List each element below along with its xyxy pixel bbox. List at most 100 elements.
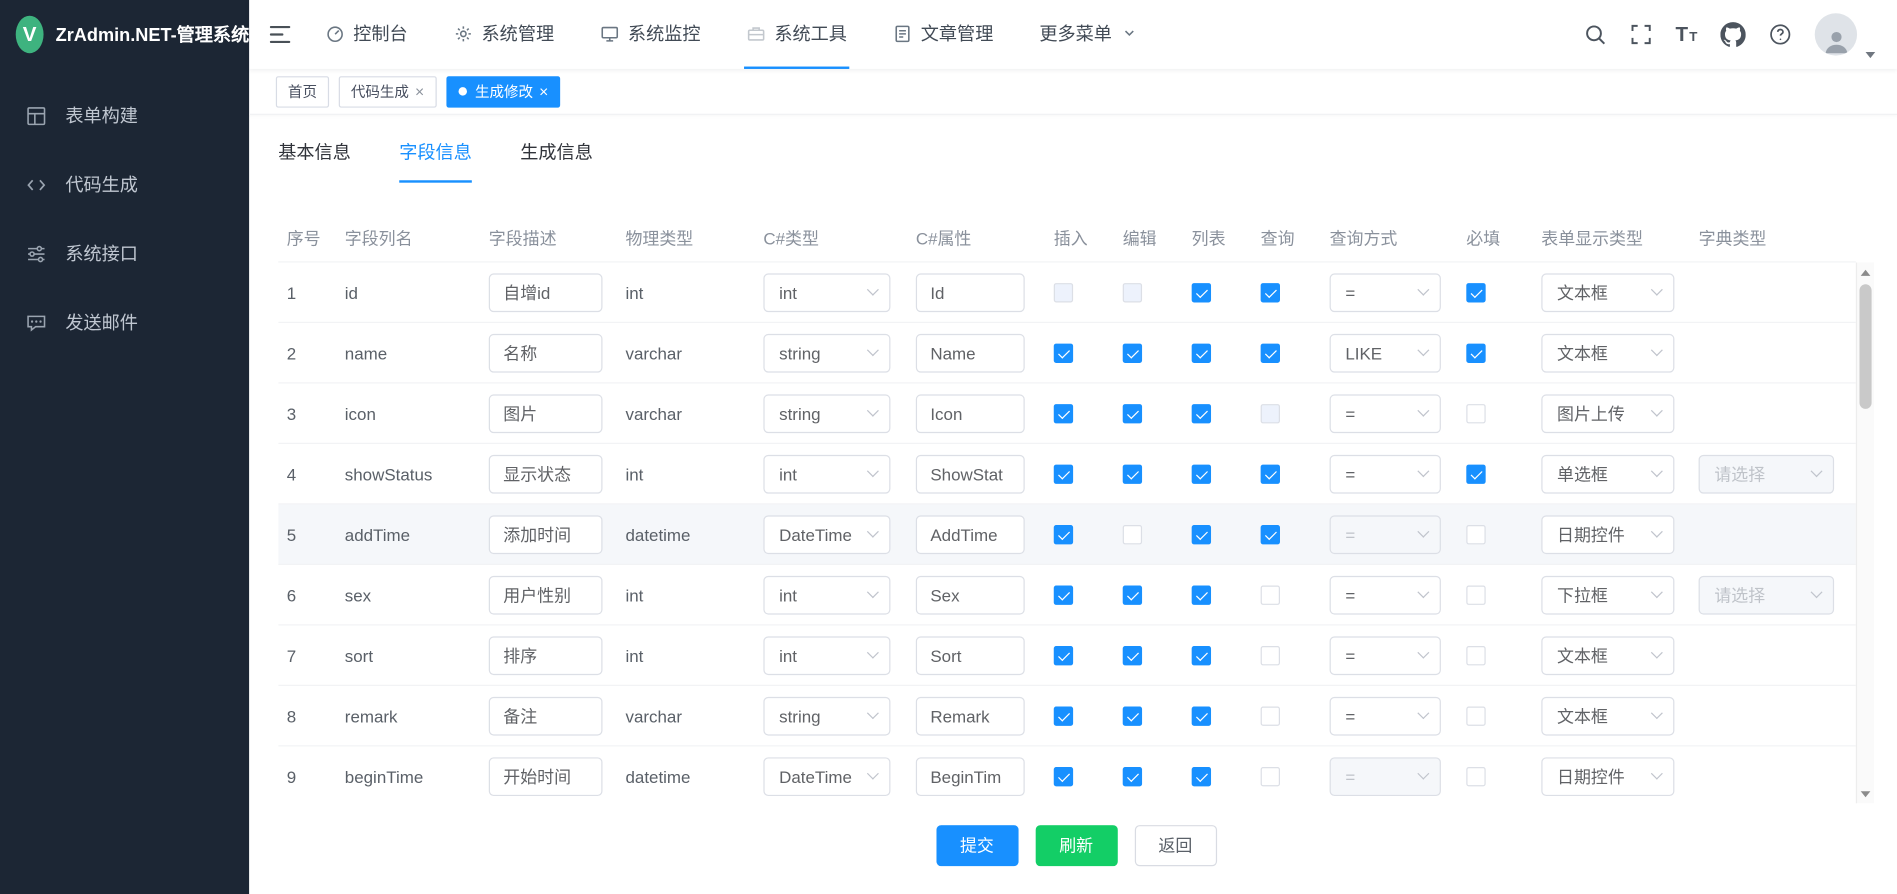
cs-type-select[interactable]: int (763, 636, 890, 675)
scrollbar-thumb[interactable] (1859, 284, 1871, 409)
required-checkbox[interactable] (1466, 707, 1485, 726)
column-desc-input[interactable] (489, 515, 603, 554)
tag-home[interactable]: 首页 (276, 76, 329, 107)
edit-checkbox[interactable] (1123, 646, 1142, 665)
tag-gen-edit[interactable]: 生成修改 × (446, 76, 560, 107)
insert-checkbox[interactable] (1054, 344, 1073, 363)
query-checkbox[interactable] (1261, 525, 1280, 544)
query-type-select[interactable]: = (1330, 273, 1441, 312)
collapse-menu-icon[interactable] (269, 0, 292, 69)
required-checkbox[interactable] (1466, 344, 1485, 363)
display-type-select[interactable]: 文本框 (1541, 696, 1674, 735)
display-type-select[interactable]: 图片上传 (1541, 394, 1674, 433)
edit-checkbox[interactable] (1123, 404, 1142, 423)
column-desc-input[interactable] (489, 394, 603, 433)
column-desc-input[interactable] (489, 636, 603, 675)
list-checkbox[interactable] (1192, 646, 1211, 665)
required-checkbox[interactable] (1466, 646, 1485, 665)
insert-checkbox[interactable] (1054, 646, 1073, 665)
search-icon[interactable] (1584, 23, 1607, 46)
required-checkbox[interactable] (1466, 525, 1485, 544)
edit-checkbox[interactable] (1123, 767, 1142, 786)
list-checkbox[interactable] (1192, 344, 1211, 363)
avatar-caret-icon[interactable] (1866, 52, 1876, 58)
cs-prop-input[interactable] (916, 394, 1025, 433)
tab-gen-info[interactable]: 生成信息 (520, 139, 593, 183)
cs-prop-input[interactable] (916, 636, 1025, 675)
query-type-select[interactable]: = (1330, 636, 1441, 675)
edit-checkbox[interactable] (1123, 344, 1142, 363)
cs-type-select[interactable]: string (763, 696, 890, 735)
insert-checkbox[interactable] (1054, 525, 1073, 544)
list-checkbox[interactable] (1192, 283, 1211, 302)
edit-checkbox[interactable] (1123, 465, 1142, 484)
scrollbar-down-button[interactable] (1857, 784, 1874, 803)
tab-basic-info[interactable]: 基本信息 (278, 139, 351, 183)
cs-type-select[interactable]: int (763, 454, 890, 493)
refresh-button[interactable]: 刷新 (1035, 825, 1117, 866)
column-desc-input[interactable] (489, 454, 603, 493)
font-size-icon[interactable]: TT (1675, 24, 1697, 45)
list-checkbox[interactable] (1192, 525, 1211, 544)
query-checkbox[interactable] (1261, 646, 1280, 665)
insert-checkbox[interactable] (1054, 586, 1073, 605)
cs-type-select[interactable]: string (763, 333, 890, 372)
query-type-select[interactable]: = (1330, 454, 1441, 493)
avatar[interactable] (1815, 13, 1857, 55)
cs-type-select[interactable]: int (763, 575, 890, 614)
query-checkbox[interactable] (1261, 586, 1280, 605)
insert-checkbox[interactable] (1054, 767, 1073, 786)
column-desc-input[interactable] (489, 696, 603, 735)
display-type-select[interactable]: 下拉框 (1541, 575, 1674, 614)
list-checkbox[interactable] (1192, 586, 1211, 605)
display-type-select[interactable]: 文本框 (1541, 333, 1674, 372)
query-type-select[interactable]: = (1330, 575, 1441, 614)
query-checkbox[interactable] (1261, 283, 1280, 302)
query-type-select[interactable]: = (1330, 394, 1441, 433)
query-checkbox[interactable] (1261, 767, 1280, 786)
cs-type-select[interactable]: DateTime (763, 515, 890, 554)
close-icon[interactable]: × (415, 83, 424, 99)
list-checkbox[interactable] (1192, 707, 1211, 726)
nav-item-system-monitor[interactable]: 系统监控 (598, 0, 703, 69)
required-checkbox[interactable] (1466, 465, 1485, 484)
edit-checkbox[interactable] (1123, 586, 1142, 605)
sidebar-item-form-builder[interactable]: 表单构建 (0, 81, 249, 150)
query-checkbox[interactable] (1261, 465, 1280, 484)
nav-item-article-mgmt[interactable]: 文章管理 (891, 0, 996, 69)
edit-checkbox[interactable] (1123, 525, 1142, 544)
display-type-select[interactable]: 文本框 (1541, 636, 1674, 675)
required-checkbox[interactable] (1466, 283, 1485, 302)
sidebar-item-system-api[interactable]: 系统接口 (0, 219, 249, 288)
submit-button[interactable]: 提交 (936, 825, 1018, 866)
fullscreen-icon[interactable] (1629, 23, 1652, 46)
required-checkbox[interactable] (1466, 404, 1485, 423)
cs-prop-input[interactable] (916, 575, 1025, 614)
column-desc-input[interactable] (489, 575, 603, 614)
cs-prop-input[interactable] (916, 454, 1025, 493)
required-checkbox[interactable] (1466, 767, 1485, 786)
cs-type-select[interactable]: DateTime (763, 757, 890, 796)
query-checkbox[interactable] (1261, 707, 1280, 726)
tab-field-info[interactable]: 字段信息 (399, 139, 472, 183)
nav-item-system-mgmt[interactable]: 系统管理 (451, 0, 556, 69)
cs-prop-input[interactable] (916, 696, 1025, 735)
display-type-select[interactable]: 文本框 (1541, 273, 1674, 312)
nav-item-system-tools[interactable]: 系统工具 (744, 0, 849, 69)
query-checkbox[interactable] (1261, 344, 1280, 363)
sidebar-item-code-gen[interactable]: 代码生成 (0, 150, 249, 219)
sidebar-item-send-mail[interactable]: 发送邮件 (0, 288, 249, 357)
display-type-select[interactable]: 单选框 (1541, 454, 1674, 493)
back-button[interactable]: 返回 (1134, 825, 1216, 866)
display-type-select[interactable]: 日期控件 (1541, 515, 1674, 554)
cs-prop-input[interactable] (916, 757, 1025, 796)
cs-prop-input[interactable] (916, 515, 1025, 554)
edit-checkbox[interactable] (1123, 707, 1142, 726)
display-type-select[interactable]: 日期控件 (1541, 757, 1674, 796)
scrollbar-up-button[interactable] (1857, 263, 1874, 282)
cs-type-select[interactable]: string (763, 394, 890, 433)
nav-item-more-menu[interactable]: 更多菜单 (1037, 0, 1139, 69)
column-desc-input[interactable] (489, 757, 603, 796)
insert-checkbox[interactable] (1054, 404, 1073, 423)
required-checkbox[interactable] (1466, 586, 1485, 605)
